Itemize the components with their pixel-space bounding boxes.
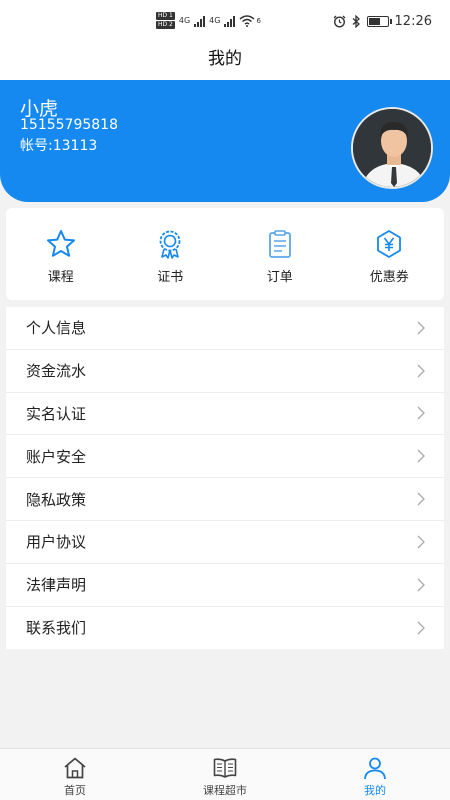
chevron-right-icon bbox=[417, 407, 425, 420]
quick-actions: 课程 证书 订单 优惠券 bbox=[6, 208, 444, 300]
chevron-right-icon bbox=[417, 449, 425, 463]
clipboard-icon bbox=[268, 229, 291, 258]
settings-menu: 个人信息 资金流水 实名认证 账户安全 隐私政策 用户协议 法律声明 联系我们 bbox=[6, 307, 444, 649]
menu-item-personal-info[interactable]: 个人信息 bbox=[6, 307, 444, 350]
menu-item-label: 用户协议 bbox=[26, 533, 87, 552]
avatar-person-icon bbox=[353, 109, 431, 187]
certificate-icon bbox=[159, 230, 181, 259]
menu-item-label: 法律声明 bbox=[26, 576, 87, 595]
user-icon bbox=[364, 757, 386, 780]
tab-course-market[interactable]: 课程超市 bbox=[165, 749, 285, 800]
page-title: 我的 bbox=[0, 44, 450, 80]
wifi-label: 6 bbox=[256, 16, 261, 25]
quick-action-label: 证书 bbox=[157, 269, 184, 285]
menu-item-label: 账户安全 bbox=[26, 447, 87, 466]
star-icon bbox=[46, 229, 75, 257]
chevron-right-icon bbox=[417, 364, 425, 378]
network-indicators: HD 1 HD 2 4G 4G 6 bbox=[156, 12, 261, 29]
tab-home[interactable]: 首页 bbox=[15, 749, 135, 800]
menu-item-label: 资金流水 bbox=[26, 362, 87, 381]
avatar[interactable] bbox=[351, 107, 433, 189]
signal-icon-2 bbox=[224, 15, 236, 27]
network-type-1: 4G bbox=[178, 16, 191, 25]
tab-label: 课程超市 bbox=[203, 784, 247, 797]
alarm-icon bbox=[333, 15, 345, 28]
battery-icon bbox=[366, 16, 392, 27]
chevron-right-icon bbox=[417, 492, 425, 506]
quick-action-coupons[interactable]: 优惠券 bbox=[339, 224, 439, 285]
bluetooth-icon bbox=[352, 15, 360, 28]
menu-item-label: 个人信息 bbox=[26, 319, 87, 338]
menu-item-privacy-policy[interactable]: 隐私政策 bbox=[6, 478, 444, 521]
chevron-right-icon bbox=[417, 321, 425, 335]
tab-label: 首页 bbox=[64, 784, 86, 797]
quick-action-label: 优惠券 bbox=[369, 269, 409, 285]
tab-label: 我的 bbox=[364, 784, 386, 797]
chevron-right-icon bbox=[417, 621, 425, 635]
status-right: 12:26 bbox=[333, 14, 432, 29]
menu-item-label: 隐私政策 bbox=[26, 490, 87, 509]
clock: 12:26 bbox=[394, 14, 432, 29]
status-bar: HD 1 HD 2 4G 4G 6 12:26 bbox=[0, 0, 450, 44]
tab-mine[interactable]: 我的 bbox=[315, 749, 435, 800]
wifi-icon bbox=[239, 14, 255, 27]
hd2-badge: HD 2 bbox=[156, 21, 175, 29]
chevron-right-icon bbox=[417, 535, 425, 549]
signal-icon bbox=[194, 15, 206, 27]
menu-item-label: 实名认证 bbox=[26, 404, 87, 423]
bottom-tab-bar: 首页 课程超市 我的 bbox=[0, 748, 450, 800]
quick-action-label: 课程 bbox=[47, 269, 74, 285]
menu-item-legal-notice[interactable]: 法律声明 bbox=[6, 564, 444, 607]
hd1-badge: HD 1 bbox=[156, 12, 175, 20]
user-account: 帐号:13113 bbox=[20, 138, 98, 154]
menu-item-contact-us[interactable]: 联系我们 bbox=[6, 607, 444, 650]
menu-item-account-security[interactable]: 账户安全 bbox=[6, 435, 444, 479]
user-phone: 15155795818 bbox=[20, 117, 118, 133]
menu-item-label: 联系我们 bbox=[26, 619, 87, 638]
network-type-2: 4G bbox=[209, 16, 221, 25]
menu-item-user-agreement[interactable]: 用户协议 bbox=[6, 521, 444, 564]
yen-coupon-icon bbox=[377, 229, 402, 258]
quick-action-certificates[interactable]: 证书 bbox=[120, 224, 220, 285]
chevron-right-icon bbox=[417, 578, 425, 592]
hd-badges: HD 1 HD 2 bbox=[156, 12, 175, 29]
menu-item-real-name-auth[interactable]: 实名认证 bbox=[6, 393, 444, 436]
profile-card: 小虎 15155795818 帐号:13113 bbox=[0, 80, 450, 202]
quick-action-courses[interactable]: 课程 bbox=[11, 224, 111, 285]
quick-action-label: 订单 bbox=[266, 269, 293, 285]
book-icon bbox=[213, 758, 237, 778]
quick-action-orders[interactable]: 订单 bbox=[230, 224, 330, 285]
home-icon bbox=[64, 757, 86, 779]
menu-item-fund-flow[interactable]: 资金流水 bbox=[6, 350, 444, 393]
